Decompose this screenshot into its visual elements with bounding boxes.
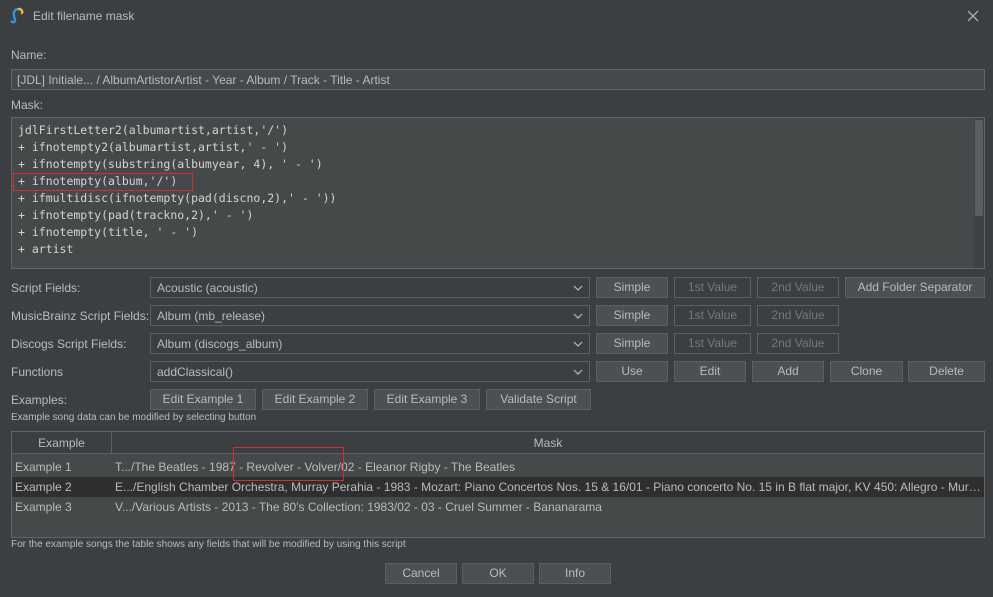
mask-scrollbar[interactable] bbox=[974, 118, 984, 268]
mask-line: + ifnotempty(title, ' - ') bbox=[18, 225, 199, 239]
examples-hint: Example song data can be modified by sel… bbox=[11, 412, 257, 423]
name-input[interactable] bbox=[11, 69, 985, 90]
edit-example-1-button[interactable]: Edit Example 1 bbox=[150, 389, 256, 410]
table-row[interactable]: Example 2 E.../English Chamber Orchestra… bbox=[12, 477, 984, 497]
validate-script-button[interactable]: Validate Script bbox=[486, 389, 591, 410]
discogs-fields-label: Discogs Script Fields: bbox=[11, 337, 127, 351]
mask-cell: T.../The Beatles - 1987 - Revolver - Vol… bbox=[115, 460, 515, 474]
musicbrainz-fields-label: MusicBrainz Script Fields: bbox=[11, 309, 150, 323]
examples-label: Examples: bbox=[11, 393, 68, 407]
chevron-down-icon bbox=[573, 369, 583, 375]
delete-function-button[interactable]: Delete bbox=[908, 361, 985, 382]
script-simple-button[interactable]: Simple bbox=[596, 277, 668, 298]
musicbrainz-second-value-button[interactable]: 2nd Value bbox=[757, 305, 839, 326]
functions-value: addClassical() bbox=[157, 365, 234, 379]
mask-line: + ifnotempty(pad(trackno,2),' - ') bbox=[18, 208, 254, 222]
musicbrainz-simple-button[interactable]: Simple bbox=[596, 305, 668, 326]
script-fields-select[interactable]: Acoustic (acoustic) bbox=[150, 277, 590, 298]
discogs-simple-button[interactable]: Simple bbox=[596, 333, 668, 354]
mask-line: + ifnotempty(album,'/') bbox=[18, 174, 178, 188]
title-bar: Edit filename mask bbox=[0, 0, 993, 32]
example-cell: Example 2 bbox=[15, 480, 72, 494]
mask-label: Mask: bbox=[11, 98, 44, 112]
chevron-down-icon bbox=[573, 313, 583, 319]
mask-editor[interactable]: jdlFirstLetter2(albumartist,artist,'/') … bbox=[11, 117, 985, 269]
edit-function-button[interactable]: Edit bbox=[674, 361, 746, 382]
edit-example-2-button[interactable]: Edit Example 2 bbox=[262, 389, 368, 410]
add-folder-separator-button[interactable]: Add Folder Separator bbox=[845, 277, 985, 298]
clone-function-button[interactable]: Clone bbox=[830, 361, 903, 382]
mask-cell: E.../English Chamber Orchestra, Murray P… bbox=[115, 480, 981, 494]
discogs-fields-value: Album (discogs_album) bbox=[157, 337, 283, 351]
discogs-second-value-button[interactable]: 2nd Value bbox=[757, 333, 839, 354]
ok-button[interactable]: OK bbox=[462, 563, 534, 584]
script-second-value-button[interactable]: 2nd Value bbox=[757, 277, 839, 298]
musicbrainz-fields-select[interactable]: Album (mb_release) bbox=[150, 305, 590, 326]
script-fields-value: Acoustic (acoustic) bbox=[157, 281, 258, 295]
functions-select[interactable]: addClassical() bbox=[150, 361, 590, 382]
mask-line: + ifnotempty2(albumartist,artist,' - ') bbox=[18, 140, 289, 154]
functions-label: Functions bbox=[11, 365, 64, 379]
close-icon[interactable] bbox=[962, 5, 984, 27]
mask-code: jdlFirstLetter2(albumartist,artist,'/') … bbox=[18, 122, 337, 258]
example-cell: Example 3 bbox=[15, 500, 72, 514]
examples-table: Example Mask Example 1 T.../The Beatles … bbox=[11, 431, 985, 538]
musicbrainz-first-value-button[interactable]: 1st Value bbox=[674, 305, 751, 326]
mask-line: + ifnotempty(substring(albumyear, 4), ' … bbox=[18, 157, 323, 171]
mask-cell: V.../Various Artists - 2013 - The 80's C… bbox=[115, 500, 602, 514]
musicbrainz-fields-value: Album (mb_release) bbox=[157, 309, 266, 323]
edit-example-3-button[interactable]: Edit Example 3 bbox=[374, 389, 480, 410]
discogs-first-value-button[interactable]: 1st Value bbox=[674, 333, 751, 354]
jaikoz-logo-icon bbox=[10, 7, 24, 24]
column-header-example[interactable]: Example bbox=[12, 432, 112, 454]
mask-line: + ifmultidisc(ifnotempty(pad(discno,2),'… bbox=[18, 191, 337, 205]
table-row[interactable]: Example 3 V.../Various Artists - 2013 - … bbox=[12, 497, 984, 517]
mask-line: jdlFirstLetter2(albumartist,artist,'/') bbox=[18, 123, 289, 137]
chevron-down-icon bbox=[573, 341, 583, 347]
example-cell: Example 1 bbox=[15, 460, 72, 474]
add-function-button[interactable]: Add bbox=[752, 361, 824, 382]
use-function-button[interactable]: Use bbox=[596, 361, 668, 382]
scrollbar-thumb[interactable] bbox=[975, 120, 983, 216]
info-button[interactable]: Info bbox=[539, 563, 611, 584]
discogs-fields-select[interactable]: Album (discogs_album) bbox=[150, 333, 590, 354]
script-first-value-button[interactable]: 1st Value bbox=[674, 277, 751, 298]
cancel-button[interactable]: Cancel bbox=[385, 563, 457, 584]
footer-note: For the example songs the table shows an… bbox=[11, 539, 406, 550]
script-fields-label: Script Fields: bbox=[11, 281, 81, 295]
window-title: Edit filename mask bbox=[33, 9, 135, 23]
name-label: Name: bbox=[11, 48, 47, 62]
table-row[interactable]: Example 1 T.../The Beatles - 1987 - Revo… bbox=[12, 457, 984, 477]
chevron-down-icon bbox=[573, 285, 583, 291]
mask-line: + artist bbox=[18, 242, 74, 256]
column-header-mask[interactable]: Mask bbox=[112, 432, 984, 454]
